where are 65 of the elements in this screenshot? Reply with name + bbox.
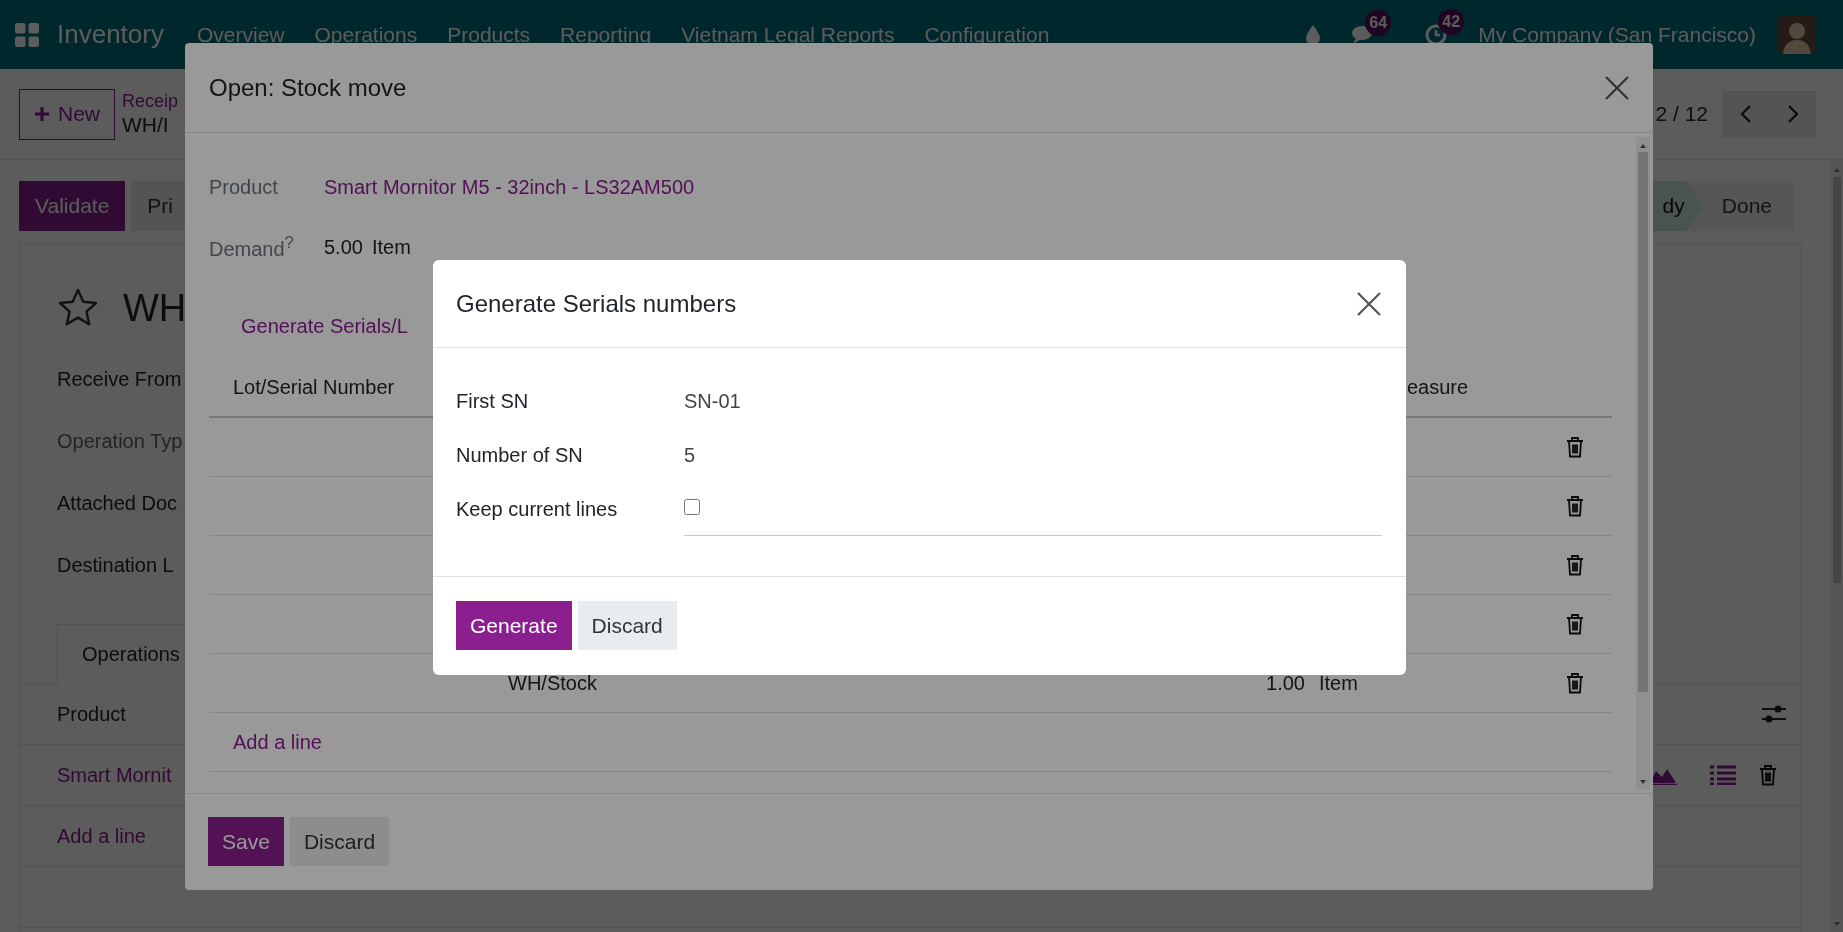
new-button[interactable]: New	[19, 88, 115, 140]
dialog-title: Generate Serials numbers	[456, 289, 738, 318]
close-icon[interactable]	[1604, 74, 1630, 101]
input-field[interactable]: SN-01	[684, 389, 884, 413]
field-label: Receive From	[57, 367, 182, 391]
sliders-icon[interactable]	[1761, 703, 1787, 725]
chevron-right-icon	[1786, 104, 1799, 124]
trash-icon[interactable]	[1566, 613, 1584, 635]
next-button[interactable]	[1769, 90, 1816, 138]
checkbox[interactable]	[684, 498, 700, 515]
breadcrumb-link[interactable]: Receip	[122, 89, 179, 113]
field-value: 5.00	[324, 235, 363, 259]
column-header: easure	[1406, 375, 1470, 399]
app-name[interactable]: Inventory	[57, 19, 164, 50]
product-link[interactable]: Smart Mornitor M5 - 32inch - LS32AM500	[324, 175, 695, 199]
dialog-title: Open: Stock move	[209, 73, 408, 102]
previous-button[interactable]	[1722, 90, 1769, 138]
menu-item[interactable]: Operations	[314, 22, 418, 47]
trash-icon[interactable]	[1566, 495, 1584, 517]
generate-button[interactable]: Generate	[456, 601, 572, 650]
close-icon[interactable]	[1356, 290, 1382, 317]
field-label: Operation Typ	[57, 429, 183, 453]
table-cell-text: Item	[1319, 671, 1359, 695]
scrollbar[interactable]	[1636, 137, 1650, 790]
menu-item[interactable]: Products	[447, 22, 531, 47]
input-field[interactable]: 5	[684, 443, 884, 467]
badge: 64	[1365, 9, 1392, 36]
field-label: Demand$^{?}$	[209, 233, 295, 261]
field-label: First SN	[456, 389, 530, 413]
unit-label: Item	[371, 235, 411, 259]
list-icon[interactable]	[1710, 765, 1736, 785]
add-line-link[interactable]: Add a line	[233, 730, 322, 754]
field-label: Keep current lines	[456, 497, 619, 521]
trash-icon[interactable]	[1759, 764, 1777, 786]
record-name: WH/I	[122, 112, 170, 139]
field-label: Attached Doc	[57, 491, 178, 515]
generate-link[interactable]: Generate Serials/L	[241, 314, 408, 338]
status-stage[interactable]: Done	[1688, 181, 1794, 231]
menu-item[interactable]: Configuration	[924, 22, 1050, 47]
field-label: Product	[209, 175, 279, 199]
discard-button[interactable]: Discard	[289, 817, 390, 866]
field-label: Number of SN	[456, 443, 584, 467]
app-menu-icon[interactable]	[15, 22, 39, 47]
menu-item[interactable]: Reporting	[560, 22, 652, 47]
menu-item[interactable]: Overview	[196, 22, 285, 47]
pager-value[interactable]: 2 / 12	[1655, 102, 1708, 126]
discard-button[interactable]: Discard	[577, 601, 677, 650]
drop-icon[interactable]	[1305, 23, 1322, 46]
table-cell-text: WH/Stock	[508, 671, 598, 695]
field-label: Destination L	[57, 553, 174, 577]
column-header: Lot/Serial Number	[232, 375, 396, 399]
trash-icon[interactable]	[1566, 672, 1584, 694]
plus-icon	[34, 106, 50, 122]
chevron-left-icon	[1739, 104, 1752, 124]
validate-button[interactable]: Validate	[19, 181, 126, 231]
add-line-link[interactable]: Add a line	[57, 824, 146, 848]
badge: 42	[1438, 8, 1465, 35]
save-button[interactable]: Save	[208, 817, 284, 866]
trash-icon[interactable]	[1566, 554, 1584, 576]
trash-icon[interactable]	[1566, 436, 1584, 458]
product-link[interactable]: Smart Mornit	[57, 763, 172, 787]
table-cell-text: 1.00	[1265, 671, 1305, 695]
record-title: WH	[123, 289, 187, 327]
column-header: Product	[57, 702, 126, 726]
scrollbar[interactable]	[1831, 160, 1843, 932]
